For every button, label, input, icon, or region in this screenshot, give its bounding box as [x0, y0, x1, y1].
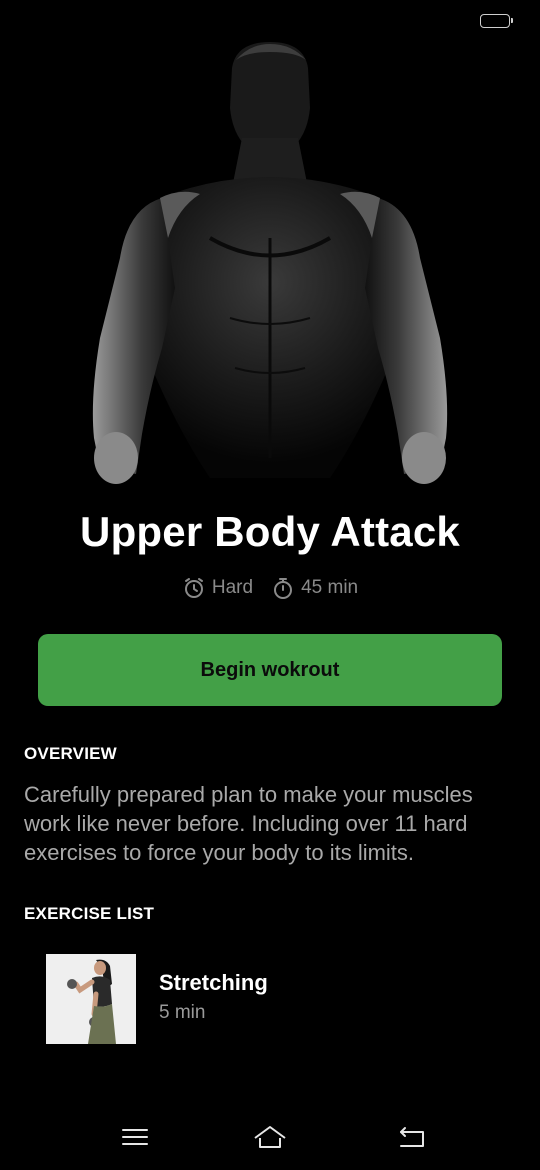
- alarm-clock-icon: [182, 576, 206, 600]
- exercise-thumbnail: [46, 954, 136, 1044]
- stopwatch-icon: [271, 576, 295, 600]
- duration-item: 45 min: [271, 576, 358, 600]
- battery-icon: [480, 14, 513, 28]
- duration-label: 45 min: [301, 577, 359, 598]
- hero-image: [70, 38, 470, 498]
- overview-description: Carefully prepared plan to make your mus…: [24, 782, 473, 865]
- difficulty-item: Hard: [182, 576, 253, 600]
- difficulty-label: Hard: [211, 577, 254, 598]
- back-icon[interactable]: [393, 1122, 429, 1152]
- home-icon[interactable]: [252, 1122, 288, 1152]
- overview-heading: OVERVIEW: [24, 744, 117, 763]
- system-nav-bar: [0, 1100, 540, 1170]
- exercise-list-heading: EXERCISE LIST: [24, 904, 155, 923]
- status-bar: [0, 0, 540, 40]
- workout-meta: Hard 45 min: [0, 576, 540, 600]
- exercise-list-item[interactable]: Stretching 5 min: [46, 954, 506, 1044]
- workout-title: Upper Body Attack: [80, 508, 460, 555]
- menu-icon[interactable]: [117, 1122, 153, 1152]
- begin-workout-button[interactable]: Begin wokrout: [38, 634, 502, 706]
- exercise-duration: 5 min: [159, 1002, 206, 1023]
- exercise-name: Stretching: [159, 970, 268, 995]
